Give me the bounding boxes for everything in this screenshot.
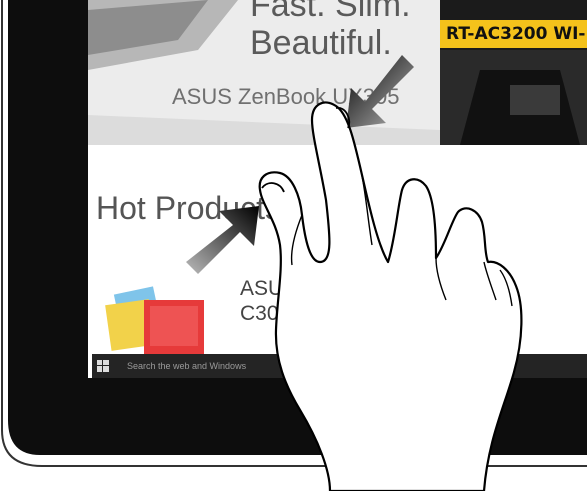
arrow-icon <box>346 55 414 128</box>
hand-icon <box>258 101 523 491</box>
tablet-device: Fast. Slim. Beautiful. ASUS ZenBook UX30… <box>0 0 587 491</box>
arrow-icon <box>186 206 259 274</box>
pinch-gesture-overlay <box>186 55 523 491</box>
